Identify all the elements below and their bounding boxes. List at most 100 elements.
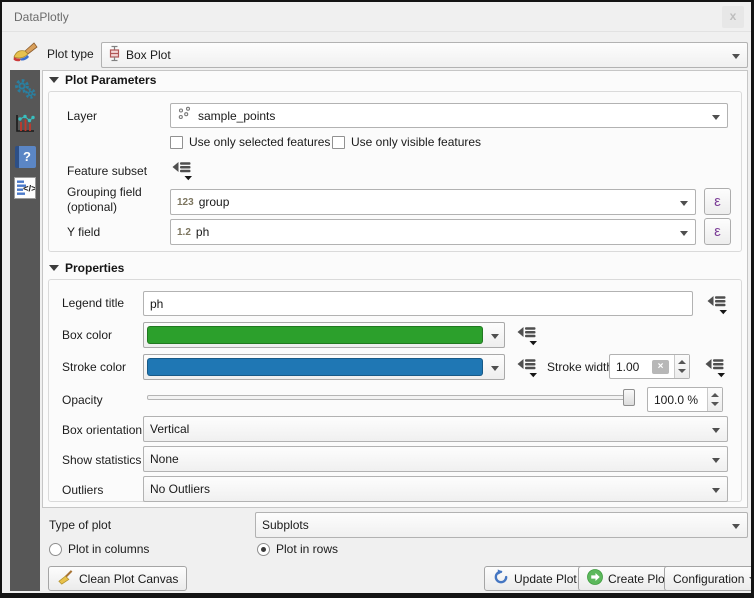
properties-title[interactable]: Properties bbox=[65, 261, 124, 275]
create-button-label: Create Plot bbox=[608, 572, 668, 586]
box-orientation-value: Vertical bbox=[150, 422, 189, 436]
code-console-icon: </> bbox=[14, 177, 36, 199]
sidebar-tab-plot[interactable] bbox=[13, 112, 37, 136]
plot-type-value: Box Plot bbox=[126, 48, 171, 62]
create-arrow-icon bbox=[587, 569, 603, 588]
grouping-field-combobox[interactable]: 123 group bbox=[170, 189, 696, 215]
chevron-down-icon bbox=[712, 458, 720, 463]
grouping-field-value: group bbox=[199, 195, 230, 209]
integer-field-icon: 123 bbox=[177, 197, 194, 208]
show-statistics-value: None bbox=[150, 452, 179, 466]
stroke-width-label: Stroke width bbox=[547, 360, 613, 374]
title-bar: DataPlotly x bbox=[2, 2, 751, 32]
chart-icon bbox=[14, 112, 36, 137]
sidebar-tab-help[interactable]: ? bbox=[13, 145, 37, 169]
clean-plot-canvas-button[interactable]: Clean Plot Canvas bbox=[48, 566, 187, 591]
type-of-plot-label: Type of plot bbox=[49, 518, 111, 532]
sidebar-tab-settings[interactable] bbox=[13, 78, 37, 102]
plot-parameters-collapse-icon[interactable] bbox=[49, 77, 59, 83]
chevron-down-icon bbox=[712, 115, 720, 120]
y-field-expression-button[interactable]: ε bbox=[704, 218, 731, 245]
box-color-override-icon[interactable] bbox=[514, 324, 539, 346]
spin-buttons[interactable] bbox=[707, 388, 722, 411]
feature-subset-override-icon[interactable] bbox=[169, 159, 194, 181]
dataplotly-brush-icon bbox=[11, 40, 39, 64]
radio-label: Plot in columns bbox=[68, 542, 149, 556]
checkbox-label: Use only selected features bbox=[189, 135, 330, 149]
broom-icon bbox=[57, 569, 74, 589]
properties-collapse-icon[interactable] bbox=[49, 265, 59, 271]
layer-label: Layer bbox=[67, 109, 97, 123]
update-button-label: Update Plot bbox=[514, 572, 577, 586]
update-plot-button[interactable]: Update Plot bbox=[484, 566, 586, 591]
grouping-expression-button[interactable]: ε bbox=[704, 188, 731, 215]
clear-value-icon[interactable]: × bbox=[652, 360, 669, 374]
use-selected-features-checkbox[interactable]: Use only selected features bbox=[170, 135, 330, 149]
legend-title-override-icon[interactable] bbox=[704, 293, 729, 315]
box-color-button[interactable] bbox=[143, 322, 505, 348]
radio-plot-in-rows[interactable]: Plot in rows bbox=[257, 542, 338, 556]
create-plot-button[interactable]: Create Plot bbox=[578, 566, 677, 591]
stroke-width-override-icon[interactable] bbox=[702, 356, 727, 378]
layer-value: sample_points bbox=[198, 109, 275, 123]
type-of-plot-combobox[interactable]: Subplots bbox=[255, 512, 748, 538]
plot-type-label: Plot type bbox=[47, 47, 94, 61]
checkbox-box bbox=[170, 136, 183, 149]
radio-label: Plot in rows bbox=[276, 542, 338, 556]
radio-circle bbox=[49, 543, 62, 556]
chevron-down-icon bbox=[680, 231, 688, 236]
dataplotly-panel: DataPlotly x Plot type Box Plot bbox=[0, 0, 754, 598]
legend-title-label: Legend title bbox=[62, 296, 124, 310]
stroke-color-override-icon[interactable] bbox=[514, 356, 539, 378]
y-field-combobox[interactable]: 1.2 ph bbox=[170, 219, 696, 245]
opacity-slider[interactable] bbox=[147, 395, 625, 400]
gears-icon bbox=[13, 77, 37, 104]
grouping-field-label-optional: (optional) bbox=[67, 200, 117, 214]
chevron-down-icon bbox=[680, 201, 688, 206]
box-color-swatch bbox=[147, 326, 483, 344]
plot-type-combobox[interactable]: Box Plot bbox=[101, 42, 748, 68]
use-visible-features-checkbox[interactable]: Use only visible features bbox=[332, 135, 481, 149]
opacity-value: 100.0 % bbox=[654, 393, 698, 407]
opacity-spinbox[interactable]: 100.0 % bbox=[647, 387, 723, 412]
show-statistics-combobox[interactable]: None bbox=[143, 446, 728, 472]
opacity-label: Opacity bbox=[62, 393, 103, 407]
clean-button-label: Clean Plot Canvas bbox=[79, 572, 178, 586]
outliers-combobox[interactable]: No Outliers bbox=[143, 476, 728, 502]
refresh-icon bbox=[493, 569, 509, 588]
chevron-down-icon bbox=[491, 334, 499, 339]
stroke-color-swatch bbox=[147, 358, 483, 376]
chevron-down-icon bbox=[732, 524, 740, 529]
legend-title-input[interactable]: ph bbox=[143, 291, 693, 316]
configuration-button-label: Configuration bbox=[673, 572, 744, 586]
opacity-slider-handle[interactable] bbox=[623, 389, 635, 406]
stroke-color-label: Stroke color bbox=[62, 360, 126, 374]
svg-text:</>: </> bbox=[23, 184, 35, 195]
stroke-color-button[interactable] bbox=[143, 354, 505, 380]
box-plot-icon bbox=[108, 45, 121, 65]
box-orientation-combobox[interactable]: Vertical bbox=[143, 416, 728, 442]
point-layer-icon bbox=[177, 106, 193, 125]
chevron-down-icon bbox=[749, 577, 754, 581]
sidebar-tab-code[interactable]: </> bbox=[13, 176, 37, 200]
legend-title-value: ph bbox=[150, 297, 163, 311]
spin-buttons[interactable] bbox=[674, 355, 689, 378]
chevron-down-icon bbox=[491, 366, 499, 371]
show-statistics-label: Show statistics bbox=[62, 453, 141, 467]
checkbox-box bbox=[332, 136, 345, 149]
radio-plot-in-columns[interactable]: Plot in columns bbox=[49, 542, 149, 556]
plot-parameters-title[interactable]: Plot Parameters bbox=[65, 73, 156, 87]
type-of-plot-value: Subplots bbox=[262, 518, 309, 532]
layer-combobox[interactable]: sample_points bbox=[170, 103, 728, 128]
chevron-down-icon bbox=[732, 54, 740, 59]
outliers-value: No Outliers bbox=[150, 482, 210, 496]
configuration-button[interactable]: Configuration bbox=[664, 566, 754, 591]
checkbox-label: Use only visible features bbox=[351, 135, 481, 149]
decimal-field-icon: 1.2 bbox=[177, 227, 191, 238]
chevron-down-icon bbox=[712, 488, 720, 493]
box-color-label: Box color bbox=[62, 328, 112, 342]
y-field-value: ph bbox=[196, 225, 209, 239]
stroke-width-spinbox[interactable]: 1.00 × bbox=[609, 354, 690, 379]
radio-circle bbox=[257, 543, 270, 556]
close-icon[interactable]: x bbox=[722, 6, 744, 28]
